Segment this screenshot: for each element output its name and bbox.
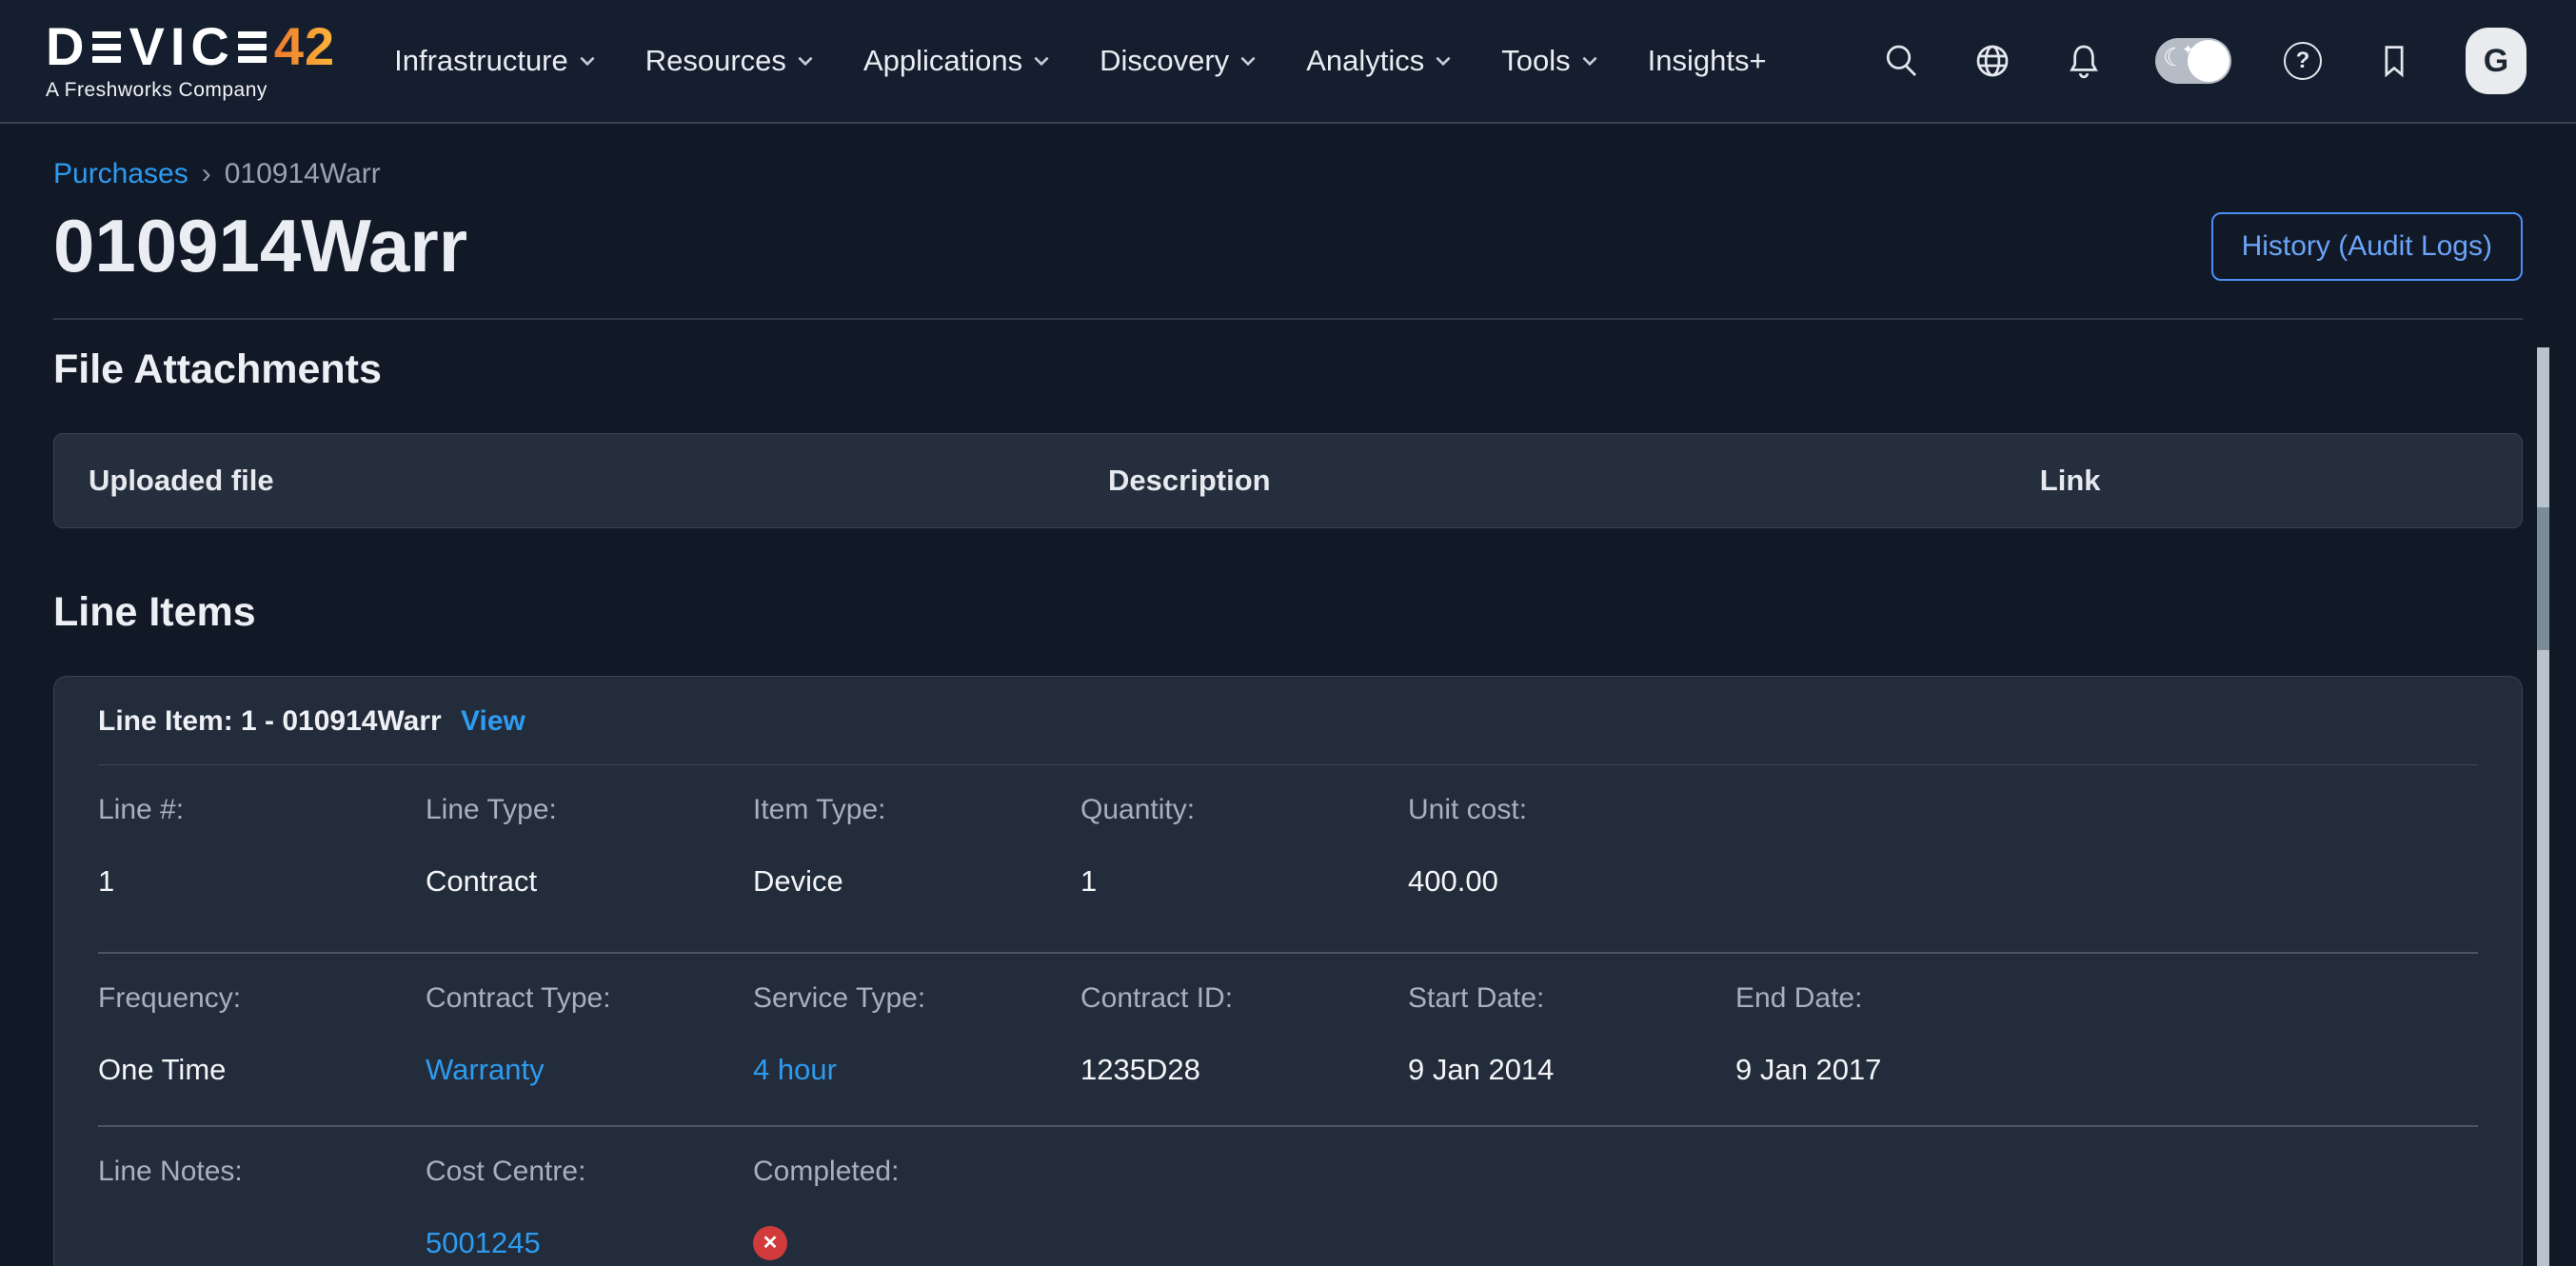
column-header-uploaded-file: Uploaded file	[89, 464, 274, 498]
logo-letter: I	[170, 20, 187, 73]
field-unit-cost: Unit cost: 400.00	[1408, 794, 1735, 899]
field-empty	[1735, 794, 2063, 899]
logo-letter: D	[46, 20, 85, 73]
field-cost-centre: Cost Centre: 5001245	[426, 1156, 753, 1260]
column-header-link: Link	[2040, 464, 2101, 498]
line-item-card-title: Line Item: 1 - 010914Warr	[98, 705, 442, 737]
nav-item-insights[interactable]: Insights+	[1648, 44, 1767, 78]
chevron-down-icon	[1433, 50, 1454, 71]
field-line-number: Line #: 1	[98, 794, 426, 899]
chevron-down-icon	[1238, 50, 1258, 71]
nav-item-analytics[interactable]: Analytics	[1306, 44, 1454, 78]
theme-toggle[interactable]: ☾ ✦	[2155, 38, 2231, 84]
line-items-heading: Line Items	[53, 589, 2523, 636]
nav-item-tools[interactable]: Tools	[1501, 44, 1599, 78]
title-row: 010914Warr History (Audit Logs)	[53, 206, 2523, 287]
field-contract-id: Contract ID: 1235D28	[1080, 982, 1408, 1087]
line-item-field-row: Line Notes: Cost Centre: 5001245 Complet…	[98, 1127, 2478, 1266]
logo-number-42: 42	[274, 20, 335, 73]
field-line-notes: Line Notes:	[98, 1156, 426, 1260]
globe-icon[interactable]	[1972, 41, 2012, 81]
history-audit-logs-button[interactable]: History (Audit Logs)	[2211, 212, 2523, 281]
page-title: 010914Warr	[53, 206, 467, 287]
bell-icon[interactable]	[2064, 41, 2104, 81]
breadcrumb-separator: ›	[202, 158, 211, 190]
logo-letter-e-bars	[238, 31, 267, 63]
column-header-description: Description	[1108, 464, 1271, 498]
chevron-down-icon	[1579, 50, 1600, 71]
bookmark-icon[interactable]	[2374, 41, 2414, 81]
line-item-field-row: Line #: 1 Line Type: Contract Item Type:…	[98, 765, 2478, 954]
field-completed: Completed: ✕	[753, 1156, 1080, 1260]
scrollbar-thumb[interactable]	[2537, 507, 2549, 650]
view-link[interactable]: View	[461, 705, 525, 737]
service-type-link[interactable]: 4 hour	[753, 1053, 1080, 1087]
file-attachments-heading: File Attachments	[53, 346, 2523, 393]
nav-item-resources[interactable]: Resources	[645, 44, 816, 78]
chevron-down-icon	[795, 50, 816, 71]
nav-item-infrastructure[interactable]: Infrastructure	[394, 44, 598, 78]
file-attachments-table-header: Uploaded file Description Link	[53, 433, 2523, 528]
search-icon[interactable]	[1881, 41, 1921, 81]
top-nav: D V I C 42 A Freshworks Company Infrastr…	[0, 0, 2576, 124]
logo-tagline: A Freshworks Company	[46, 79, 335, 102]
logo-letter: C	[190, 20, 229, 73]
page-content: Purchases › 010914Warr 010914Warr Histor…	[0, 158, 2576, 1266]
header-divider	[53, 318, 2523, 320]
nav-item-discovery[interactable]: Discovery	[1100, 44, 1258, 78]
field-quantity: Quantity: 1	[1080, 794, 1408, 899]
breadcrumb-current: 010914Warr	[225, 158, 381, 190]
chevron-down-icon	[577, 50, 598, 71]
breadcrumb: Purchases › 010914Warr	[53, 158, 2523, 190]
logo-letter: V	[129, 20, 165, 73]
nav-utilities: ☾ ✦ ? G	[1881, 28, 2526, 94]
logo-letter-e-bars	[92, 31, 121, 63]
toggle-knob	[2188, 40, 2229, 82]
field-frequency: Frequency: One Time	[98, 982, 426, 1087]
field-item-type: Item Type: Device	[753, 794, 1080, 899]
main-menu: Infrastructure Resources Applications Di…	[394, 44, 1766, 78]
breadcrumb-purchases-link[interactable]: Purchases	[53, 158, 188, 190]
cost-centre-link[interactable]: 5001245	[426, 1226, 753, 1260]
nav-item-applications[interactable]: Applications	[863, 44, 1052, 78]
field-start-date: Start Date: 9 Jan 2014	[1408, 982, 1735, 1087]
field-end-date: End Date: 9 Jan 2017	[1735, 982, 2063, 1087]
avatar[interactable]: G	[2466, 28, 2526, 94]
warranty-link[interactable]: Warranty	[426, 1053, 753, 1087]
help-icon[interactable]: ?	[2283, 41, 2323, 81]
x-circle-red-icon: ✕	[753, 1226, 787, 1260]
vertical-scrollbar[interactable]	[2537, 347, 2549, 1266]
line-item-card: Line Item: 1 - 010914Warr View Line #: 1…	[53, 676, 2523, 1266]
chevron-down-icon	[1031, 50, 1052, 71]
device42-logo[interactable]: D V I C 42 A Freshworks Company	[46, 20, 335, 102]
line-item-card-header: Line Item: 1 - 010914Warr View	[98, 677, 2478, 765]
field-service-type: Service Type: 4 hour	[753, 982, 1080, 1087]
line-item-field-row: Frequency: One Time Contract Type: Warra…	[98, 954, 2478, 1127]
field-line-type: Line Type: Contract	[426, 794, 753, 899]
device42-wordmark: D V I C 42	[46, 20, 335, 73]
field-contract-type: Contract Type: Warranty	[426, 982, 753, 1087]
